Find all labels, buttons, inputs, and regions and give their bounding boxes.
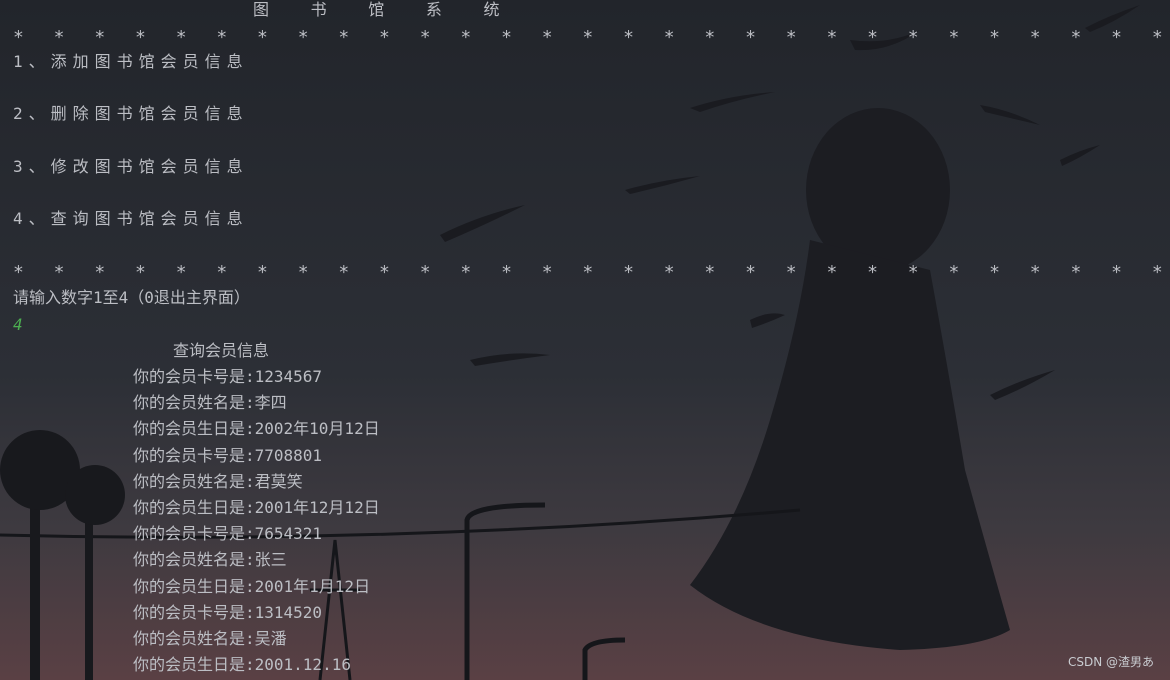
separator-star: *	[1029, 262, 1041, 283]
record-line: 你的会员姓名是:吴潘	[133, 629, 287, 648]
separator-star: *	[53, 262, 65, 283]
separator-star: *	[338, 262, 350, 283]
separator-star: *	[623, 27, 634, 48]
record-line: 你的会员姓名是:君莫笑	[133, 472, 303, 491]
separator-star: *	[297, 27, 309, 48]
record-line: 你的会员卡号是:7708801	[133, 446, 323, 465]
separator-star: *	[94, 27, 106, 48]
separator-star: *	[541, 27, 553, 48]
separator-star: *	[1070, 262, 1082, 283]
separator-star: *	[948, 27, 960, 48]
menu-item-query: 4、查询图书馆会员信息	[13, 209, 249, 228]
record-line: 你的会员卡号是:1234567	[133, 367, 323, 386]
separator-star: *	[989, 27, 1000, 48]
separator-star: *	[175, 27, 187, 48]
separator-star: *	[582, 262, 594, 283]
separator-star: *	[907, 27, 919, 48]
record-line: 你的会员姓名是:李四	[133, 393, 287, 412]
menu-item-modify: 3、修改图书馆会员信息	[13, 157, 249, 176]
menu-item-delete: 2、删除图书馆会员信息	[13, 104, 249, 123]
separator-star: *	[1111, 262, 1122, 283]
separator-star: *	[419, 262, 431, 283]
separator-star: *	[826, 262, 838, 283]
user-input[interactable]: 4	[13, 315, 23, 335]
separator-star: *	[623, 262, 634, 283]
separator-star: *	[53, 27, 65, 48]
separator-star: *	[94, 262, 106, 283]
system-title: 图 书 馆 系 统	[253, 0, 516, 19]
separator-star: *	[1151, 27, 1163, 48]
separator-star: *	[867, 27, 878, 48]
separator-star: *	[948, 262, 960, 283]
separator-star: *	[13, 262, 24, 283]
separator-star: *	[867, 262, 878, 283]
separator-star: *	[1151, 262, 1163, 283]
separator-star: *	[338, 27, 350, 48]
separator-star: *	[663, 27, 675, 48]
separator-star: *	[989, 262, 1000, 283]
separator-star: *	[1111, 27, 1122, 48]
separator-star: *	[297, 262, 309, 283]
menu-item-add: 1、添加图书馆会员信息	[13, 52, 249, 71]
separator-star: *	[704, 262, 716, 283]
record-line: 你的会员生日是:2001年1月12日	[133, 577, 371, 596]
star-separator-bottom: * * * * * * * * * * * * * * * * * * * * * * * * * * * * *	[13, 263, 1163, 283]
record-line: 你的会员姓名是:张三	[133, 550, 287, 569]
separator-star: *	[135, 27, 146, 48]
separator-star: *	[663, 262, 675, 283]
separator-star: *	[501, 27, 512, 48]
record-line: 你的会员卡号是:7654321	[133, 524, 323, 543]
separator-star: *	[379, 27, 390, 48]
separator-star: *	[745, 27, 756, 48]
record-line: 你的会员卡号是:1314520	[133, 603, 323, 622]
separator-star: *	[785, 27, 797, 48]
separator-star: *	[785, 262, 797, 283]
separator-star: *	[135, 262, 146, 283]
record-line: 你的会员生日是:2002年10月12日	[133, 419, 380, 438]
separator-star: *	[826, 27, 838, 48]
record-line: 你的会员生日是:2001年12月12日	[133, 498, 380, 517]
separator-star: *	[460, 27, 472, 48]
separator-star: *	[257, 27, 268, 48]
star-separator-top: * * * * * * * * * * * * * * * * * * * * * * * * * * * * *	[13, 28, 1163, 48]
input-prompt: 请输入数字1至4（0退出主界面）	[13, 288, 250, 307]
console-output: 图 书 馆 系 统 * * * * * * * * * * * * * * * * * * * * * * * * * * * * * …	[0, 0, 1170, 680]
record-line: 你的会员生日是:2001.12.16	[133, 655, 351, 674]
separator-star: *	[13, 27, 24, 48]
separator-star: *	[1070, 27, 1082, 48]
separator-star: *	[582, 27, 594, 48]
separator-star: *	[745, 262, 756, 283]
separator-star: *	[379, 262, 390, 283]
separator-star: *	[1029, 27, 1041, 48]
separator-star: *	[501, 262, 512, 283]
csdn-watermark: CSDN @渣男あ	[1067, 655, 1154, 669]
separator-star: *	[175, 262, 187, 283]
separator-star: *	[419, 27, 431, 48]
separator-star: *	[704, 27, 716, 48]
separator-star: *	[216, 262, 228, 283]
separator-star: *	[257, 262, 268, 283]
separator-star: *	[907, 262, 919, 283]
separator-star: *	[541, 262, 553, 283]
query-title: 查询会员信息	[173, 341, 270, 360]
separator-star: *	[460, 262, 472, 283]
separator-star: *	[216, 27, 228, 48]
